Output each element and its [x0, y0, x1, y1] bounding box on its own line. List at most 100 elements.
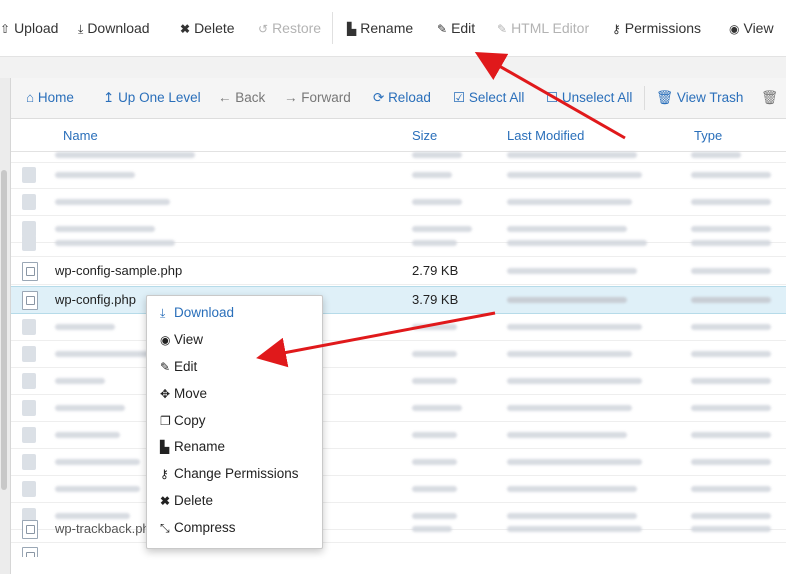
column-header-name[interactable]: Name: [63, 128, 98, 143]
blurred-type: [691, 199, 771, 205]
blurred-size: [412, 199, 462, 205]
home-button[interactable]: ⌂ Home: [26, 90, 74, 105]
table-row[interactable]: [11, 162, 786, 189]
blurred-type: [691, 324, 771, 330]
blurred-type: [691, 240, 771, 246]
back-icon: ←: [218, 90, 236, 105]
delete-icon: ✖: [160, 494, 171, 508]
table-row[interactable]: [11, 395, 786, 422]
blurred-size: [412, 432, 457, 438]
download-icon: ⤓: [78, 22, 84, 36]
blurred-file-name: [55, 240, 175, 246]
rename-button[interactable]: ▙ Rename: [347, 19, 413, 38]
delete-button[interactable]: ✖ Delete: [180, 19, 235, 38]
blurred-size: [412, 405, 462, 411]
context-menu-compress[interactable]: ⤡ Compress: [160, 520, 236, 536]
context-menu-move[interactable]: ✥ Move: [160, 386, 207, 401]
file-icon: [22, 373, 36, 389]
file-icon: [22, 427, 36, 443]
table-row[interactable]: [11, 368, 786, 395]
table-row[interactable]: [11, 449, 786, 476]
download-button[interactable]: ⤓ Download: [78, 19, 150, 38]
column-header-size[interactable]: Size: [412, 128, 437, 143]
blurred-date: [507, 526, 642, 532]
blurred-type: [691, 172, 771, 178]
html-editor-button[interactable]: ✎ HTML Editor: [497, 19, 589, 38]
blurred-size: [412, 378, 457, 384]
select-all-icon: ☑: [453, 90, 469, 105]
file-size: 3.79 KB: [412, 292, 459, 307]
blurred-date: [507, 378, 642, 384]
permissions-button[interactable]: ⚷ Permissions: [612, 19, 701, 38]
forward-icon: →: [284, 90, 302, 105]
blurred-type: [691, 459, 771, 465]
back-button[interactable]: ← Back: [218, 90, 265, 105]
blurred-size: [412, 526, 452, 532]
nav-divider: [644, 86, 645, 110]
empty-trash-button[interactable]: 🗑: [761, 90, 778, 106]
reload-button[interactable]: ⟳ Reload: [373, 90, 431, 106]
file-icon: [22, 167, 36, 183]
file-manager-toolbar: ⇧ Upload ⤓ Download ✖ Delete ↺ Restore ▙ Rena…: [0, 0, 786, 56]
compress-icon: ⤡: [160, 521, 170, 535]
select-all-button[interactable]: ☑ Select All: [453, 90, 524, 106]
context-menu-download[interactable]: ⤓ Download: [160, 305, 234, 321]
table-row[interactable]: [11, 476, 786, 503]
blurred-size: [412, 152, 462, 158]
context-menu-delete[interactable]: ✖ Delete: [160, 493, 213, 508]
table-row[interactable]: [11, 230, 786, 257]
table-row[interactable]: wp-trackback.ph: [11, 516, 786, 543]
reload-icon: ⟳: [373, 90, 389, 105]
table-row[interactable]: [11, 422, 786, 449]
blurred-size: [412, 486, 457, 492]
file-size: 2.79 KB: [412, 263, 459, 278]
table-row[interactable]: [11, 543, 786, 557]
view-icon: ◉: [160, 333, 171, 347]
unselect-all-icon: ☐: [546, 90, 562, 105]
table-row[interactable]: [11, 189, 786, 216]
view-icon: ◉: [729, 22, 740, 36]
delete-icon: ✖: [180, 22, 191, 36]
blurred-type: [691, 378, 771, 384]
view-button[interactable]: ◉ View: [729, 19, 774, 38]
table-row[interactable]: [11, 314, 786, 341]
file-icon: [22, 481, 36, 497]
file-code-icon: [22, 291, 38, 310]
blurred-type: [691, 268, 771, 274]
column-header-last-modified[interactable]: Last Modified: [507, 128, 584, 143]
context-menu-copy[interactable]: ❐ Copy: [160, 413, 206, 428]
file-name[interactable]: wp-config-sample.php: [55, 263, 182, 278]
rename-icon: ▙: [160, 440, 170, 454]
context-menu-edit[interactable]: ✎ Edit: [160, 359, 197, 374]
view-trash-button[interactable]: 🗑 View Trash: [656, 90, 743, 106]
unselect-all-button[interactable]: ☐ Unselect All: [546, 90, 632, 106]
context-menu: ⤓ Download ◉ View ✎ Edit ✥ Move ❐ Copy ▙ Renam…: [146, 295, 323, 549]
copy-icon: ❐: [160, 414, 171, 428]
scrollbar[interactable]: [1, 170, 7, 490]
blurred-date: [507, 199, 632, 205]
upload-button[interactable]: ⇧ Upload: [0, 19, 58, 38]
table-row[interactable]: wp-config-sample.php 2.79 KB: [11, 258, 786, 285]
context-menu-change-permissions[interactable]: ⚷ Change Permissions: [160, 466, 299, 481]
blurred-file-name: [55, 459, 140, 465]
file-icon: [22, 235, 36, 251]
edit-button[interactable]: ✎ Edit: [437, 19, 475, 38]
file-name[interactable]: wp-config.php: [55, 292, 136, 307]
blurred-date: [507, 268, 637, 274]
table-row-selected[interactable]: wp-config.php 3.79 KB: [11, 286, 786, 314]
up-one-level-button[interactable]: ↥ Up One Level: [103, 90, 201, 106]
file-icon: [22, 400, 36, 416]
restore-button[interactable]: ↺ Restore: [258, 19, 321, 38]
blurred-type: [691, 405, 771, 411]
context-menu-view[interactable]: ◉ View: [160, 332, 203, 347]
blurred-file-name: [55, 432, 120, 438]
file-code-icon: [22, 520, 38, 539]
context-menu-rename[interactable]: ▙ Rename: [160, 439, 225, 454]
blurred-date: [507, 405, 632, 411]
blurred-file-name: [55, 324, 115, 330]
column-header-type[interactable]: Type: [694, 128, 722, 143]
file-name[interactable]: wp-trackback.ph: [55, 521, 150, 536]
forward-button[interactable]: → Forward: [284, 90, 351, 105]
table-row[interactable]: [11, 341, 786, 368]
blurred-size: [412, 172, 452, 178]
